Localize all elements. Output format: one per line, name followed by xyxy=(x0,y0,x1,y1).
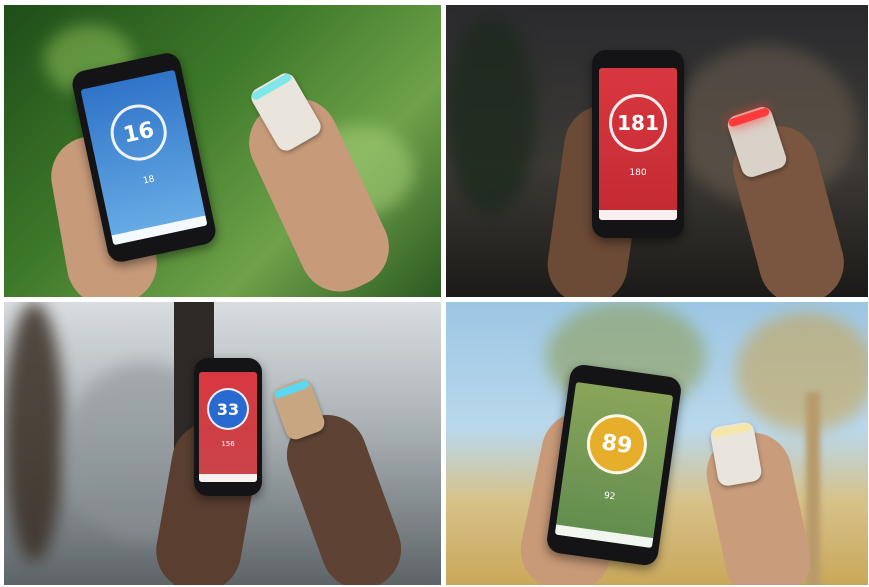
photo-collage: 16 18 181 180 33 156 89 92 xyxy=(0,0,869,587)
sensor-light-cap xyxy=(711,422,753,438)
reading-ring: 16 xyxy=(105,99,172,166)
smartphone: 33 156 xyxy=(194,358,262,496)
phone-screen: 89 92 xyxy=(554,381,674,549)
app-navbar xyxy=(554,524,654,549)
app-navbar xyxy=(599,210,677,220)
smartphone: 181 180 xyxy=(592,50,684,238)
reading-value: 181 xyxy=(617,111,659,135)
person-silhouette xyxy=(4,302,64,562)
palm-blur xyxy=(736,312,868,432)
photo-night-city: 181 180 xyxy=(446,5,868,297)
photo-window: 33 156 xyxy=(4,302,441,585)
phone-screen: 181 180 xyxy=(599,68,677,220)
reading-ring: 181 xyxy=(609,94,667,152)
reading-value: 33 xyxy=(216,399,240,419)
sensor-light-cap xyxy=(250,72,293,102)
secondary-reading: 18 xyxy=(142,174,156,187)
reading-ring: 89 xyxy=(583,410,651,479)
secondary-reading: 92 xyxy=(603,490,616,503)
air-sensor-device xyxy=(709,420,763,488)
photo-palm-trees: 89 92 xyxy=(446,302,868,585)
secondary-reading: 156 xyxy=(221,440,235,448)
photo-foliage: 16 18 xyxy=(4,5,441,297)
app-navbar xyxy=(111,215,208,246)
phone-screen: 33 156 xyxy=(199,372,257,482)
tree-silhouette xyxy=(446,15,536,215)
reading-ring: 33 xyxy=(207,388,249,430)
secondary-reading: 180 xyxy=(629,168,647,178)
reading-value: 89 xyxy=(600,429,634,459)
sensor-light-cap xyxy=(273,379,310,400)
reading-value: 16 xyxy=(121,117,157,148)
app-navbar xyxy=(199,474,257,482)
